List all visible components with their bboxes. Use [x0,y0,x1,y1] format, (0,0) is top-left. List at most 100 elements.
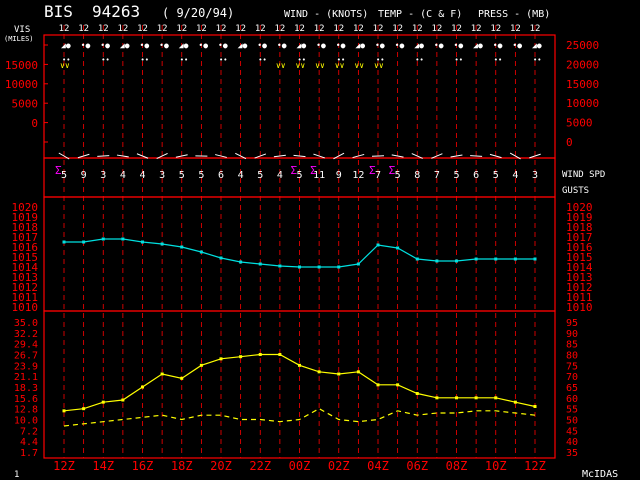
vis-title: VIS [14,25,30,35]
temperature-point [239,355,243,359]
temp-f-tick: 40 [566,437,578,448]
wind-speed-value: 7 [375,170,381,181]
pressure-point [494,257,498,261]
temperature-point [513,400,517,404]
sky-cover-symbol: •● [512,41,522,50]
sky-cover-symbol: •● [218,41,228,50]
temp-f-tick: 45 [566,426,578,437]
sky-cover-symbol: ◢● [238,41,248,50]
sky-cover-symbol: ◢● [414,41,424,50]
ceiling-tick-left: 0 [31,117,38,130]
temp-units-label: TEMP - (C & F) [378,9,462,20]
temperature-point [356,370,360,374]
temp-c-tick: 29.4 [14,340,38,351]
temperature-point [219,357,223,361]
temp-c-tick: 21.1 [14,372,38,383]
temp-c-tick: 4.4 [20,437,38,448]
temp-f-tick: 90 [566,329,578,340]
top-hour-label: 12 [157,24,168,34]
pressure-point [298,265,301,269]
wind-speed-value: 3 [159,170,165,181]
top-hour-label: 12 [412,24,423,34]
time-axis-label: 10Z [485,459,507,473]
sky-cover-symbol: •● [81,41,91,50]
temp-c-tick: 23.9 [14,361,38,372]
pressure-point [160,242,164,246]
wind-speed-value: 3 [532,170,538,181]
wind-speed-value: 5 [257,170,263,181]
top-hour-label: 12 [117,24,128,34]
time-axis-label: 14Z [92,459,114,473]
temp-f-tick: 60 [566,394,578,405]
temperature-point [494,396,498,400]
time-axis-label: 04Z [367,459,389,473]
temperature-point [82,407,86,411]
wind-speed-value: 8 [414,170,420,181]
sky-cover-symbol: •● [198,41,208,50]
time-axis-label: 16Z [132,459,154,473]
wind-speed-value: 5 [493,170,499,181]
gust-alert-mark: Σ [55,164,62,177]
top-hour-label: 12 [137,24,148,34]
pressure-point [513,257,517,261]
time-axis-label: 12Z [53,459,75,473]
wind-barb [293,154,306,158]
top-hour-label: 12 [451,24,462,34]
header: BIS 94263 ( 9/20/94) WIND - (KNOTS) TEMP… [44,2,550,21]
mcidas-logo: McIDAS [582,469,618,480]
temperature-point [101,400,105,404]
gust-alert-mark: Σ [389,164,396,177]
top-hour-label: 12 [216,24,227,34]
frame-number: 1 [14,470,19,480]
ceiling-tick-right: 25000 [566,39,599,52]
sky-cover-symbol: •● [140,41,150,50]
cloud-layer-symbol: •• [219,56,227,64]
sky-cover-symbol: •● [395,41,405,50]
top-hour-label: 12 [510,24,521,34]
pressure-point [82,240,86,244]
temp-c-tick: 12.8 [14,405,38,416]
cloud-layer-symbol: •• [180,56,188,64]
pressure-tick-right: 1010 [566,301,593,314]
temperature-point [396,383,400,387]
rain-shower-symbol: ∨∨ [335,61,345,70]
top-hour-label: 12 [78,24,89,34]
temp-f-tick: 85 [566,340,578,351]
time-axis-label: 18Z [171,459,193,473]
gust-alert-mark: Σ [369,164,376,177]
sky-cover-symbol: ◢● [532,41,542,50]
top-hour-label: 12 [431,24,442,34]
wind-speed-value: 4 [139,170,145,181]
pressure-point [317,265,321,269]
rain-shower-symbol: ∨∨ [60,61,70,70]
top-hour-label: 12 [274,24,285,34]
top-hour-label: 12 [530,24,541,34]
pressure-point [101,237,105,241]
sky-cover-symbol: ◢● [473,41,483,50]
pressure-point [396,246,400,250]
sky-cover-symbol: ◢● [297,41,307,50]
pressure-tick-left: 1010 [12,301,39,314]
wind-speed-value: 4 [120,170,126,181]
gust-alert-mark: Σ [310,164,317,177]
sky-cover-symbol: •● [257,41,267,50]
sky-cover-symbol: •● [493,41,503,50]
sky-cover-symbol: •● [159,41,169,50]
rain-shower-symbol: ∨∨ [296,61,306,70]
temperature-point [376,383,380,387]
temperature-point [180,376,184,380]
temp-f-tick: 75 [566,361,578,372]
rain-shower-symbol: ∨∨ [374,61,384,70]
sky-cover-symbol: ◢● [179,41,189,50]
pressure-point [239,260,243,264]
temp-f-tick: 95 [566,318,578,329]
temp-c-tick: 35.0 [14,318,38,329]
pressure-point [337,265,341,269]
wind-speed-label: WIND SPD [562,170,605,180]
wind-speed-value: 3 [100,170,106,181]
sky-cover-symbol: ◢● [355,41,365,50]
wind-speed-value: 12 [352,170,364,181]
wind-speed-value: 5 [61,170,67,181]
rain-shower-symbol: ∨∨ [276,61,286,70]
date-label: ( 9/20/94) [162,6,234,20]
